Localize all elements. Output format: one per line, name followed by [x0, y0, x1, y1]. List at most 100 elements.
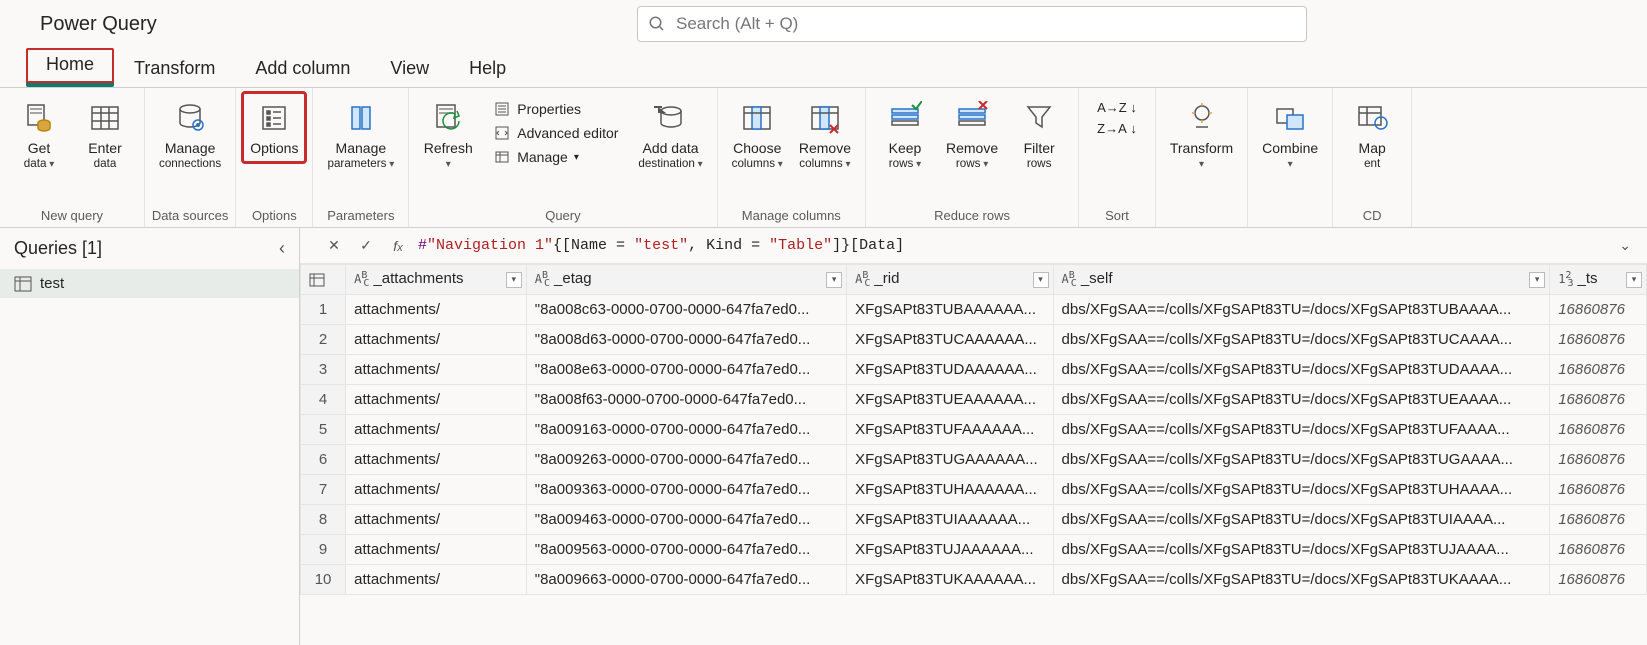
get-data-button[interactable]: Getdata — [8, 94, 70, 175]
cell[interactable]: attachments/ — [346, 355, 527, 385]
cell[interactable]: attachments/ — [346, 475, 527, 505]
column-header-etag[interactable]: ABC_etag▾ — [526, 265, 846, 295]
cell[interactable]: XFgSAPt83TUDAAAAAA... — [847, 355, 1053, 385]
cell[interactable]: attachments/ — [346, 535, 527, 565]
transform-button[interactable]: Transform — [1164, 94, 1239, 175]
remove-rows-button[interactable]: Removerows — [940, 94, 1004, 175]
row-number[interactable]: 7 — [301, 475, 346, 505]
row-number[interactable]: 9 — [301, 535, 346, 565]
cell[interactable]: dbs/XFgSAA==/colls/XFgSAPt83TU=/docs/XFg… — [1053, 295, 1550, 325]
table-row[interactable]: 4attachments/"8a008f63-0000-0700-0000-64… — [301, 385, 1647, 415]
formula-expand-icon[interactable]: ⌄ — [1611, 237, 1639, 254]
refresh-button[interactable]: Refresh — [417, 94, 479, 175]
cell[interactable]: 16860876 — [1550, 565, 1647, 595]
formula-text[interactable]: #"Navigation 1"{[Name = "test", Kind = "… — [418, 237, 1603, 254]
table-row[interactable]: 6attachments/"8a009263-0000-0700-0000-64… — [301, 445, 1647, 475]
cell[interactable]: attachments/ — [346, 415, 527, 445]
cell[interactable]: XFgSAPt83TUIAAAAAA... — [847, 505, 1053, 535]
cell[interactable]: 16860876 — [1550, 355, 1647, 385]
column-header-rid[interactable]: ABC_rid▾ — [847, 265, 1053, 295]
cell[interactable]: attachments/ — [346, 565, 527, 595]
cell[interactable]: "8a009263-0000-0700-0000-647fa7ed0... — [526, 445, 846, 475]
row-number[interactable]: 1 — [301, 295, 346, 325]
cell[interactable]: 16860876 — [1550, 385, 1647, 415]
query-item-test[interactable]: test — [0, 269, 299, 298]
column-filter-icon[interactable]: ▾ — [506, 272, 522, 288]
formula-cancel-icon[interactable]: ✕ — [322, 237, 346, 254]
cell[interactable]: dbs/XFgSAA==/colls/XFgSAPt83TU=/docs/XFg… — [1053, 355, 1550, 385]
column-filter-icon[interactable]: ▾ — [826, 272, 842, 288]
cell[interactable]: 16860876 — [1550, 475, 1647, 505]
tab-transform[interactable]: Transform — [114, 52, 235, 87]
cell[interactable]: attachments/ — [346, 445, 527, 475]
row-number[interactable]: 3 — [301, 355, 346, 385]
combine-button[interactable]: Combine — [1256, 94, 1324, 175]
cell[interactable]: dbs/XFgSAA==/colls/XFgSAPt83TU=/docs/XFg… — [1053, 505, 1550, 535]
cell[interactable]: attachments/ — [346, 295, 527, 325]
cell[interactable]: XFgSAPt83TUBAAAAAA... — [847, 295, 1053, 325]
options-button[interactable]: Options — [241, 91, 307, 164]
select-all-corner[interactable] — [301, 265, 346, 295]
cell[interactable]: 16860876 — [1550, 415, 1647, 445]
keep-rows-button[interactable]: Keeprows — [874, 94, 936, 175]
row-number[interactable]: 4 — [301, 385, 346, 415]
cell[interactable]: dbs/XFgSAA==/colls/XFgSAPt83TU=/docs/XFg… — [1053, 325, 1550, 355]
row-number[interactable]: 5 — [301, 415, 346, 445]
sort-desc-button[interactable]: Z→A ↓ — [1093, 119, 1141, 138]
cell[interactable]: "8a009163-0000-0700-0000-647fa7ed0... — [526, 415, 846, 445]
cell[interactable]: 16860876 — [1550, 535, 1647, 565]
row-number[interactable]: 10 — [301, 565, 346, 595]
cell[interactable]: XFgSAPt83TUJAAAAAA... — [847, 535, 1053, 565]
collapse-queries-icon[interactable]: ‹ — [279, 238, 285, 259]
cell[interactable]: attachments/ — [346, 385, 527, 415]
tab-view[interactable]: View — [370, 52, 449, 87]
choose-columns-button[interactable]: Choosecolumns — [726, 94, 789, 175]
cell[interactable]: 16860876 — [1550, 295, 1647, 325]
table-row[interactable]: 7attachments/"8a009363-0000-0700-0000-64… — [301, 475, 1647, 505]
column-filter-icon[interactable]: ▾ — [1033, 272, 1049, 288]
cell[interactable]: "8a009563-0000-0700-0000-647fa7ed0... — [526, 535, 846, 565]
remove-columns-button[interactable]: Removecolumns — [793, 94, 857, 175]
table-row[interactable]: 10attachments/"8a009663-0000-0700-0000-6… — [301, 565, 1647, 595]
cell[interactable]: dbs/XFgSAA==/colls/XFgSAPt83TU=/docs/XFg… — [1053, 475, 1550, 505]
map-entity-button[interactable]: Mapent — [1341, 94, 1403, 175]
cell[interactable]: "8a008c63-0000-0700-0000-647fa7ed0... — [526, 295, 846, 325]
cell[interactable]: "8a009463-0000-0700-0000-647fa7ed0... — [526, 505, 846, 535]
manage-button[interactable]: Manage ▾ — [489, 146, 622, 168]
advanced-editor-button[interactable]: Advanced editor — [489, 122, 622, 144]
enter-data-button[interactable]: Enterdata — [74, 94, 136, 175]
cell[interactable]: "8a008e63-0000-0700-0000-647fa7ed0... — [526, 355, 846, 385]
properties-button[interactable]: Properties — [489, 98, 622, 120]
row-number[interactable]: 2 — [301, 325, 346, 355]
table-row[interactable]: 2attachments/"8a008d63-0000-0700-0000-64… — [301, 325, 1647, 355]
add-data-destination-button[interactable]: Add datadestination — [632, 94, 708, 175]
tab-help[interactable]: Help — [449, 52, 526, 87]
formula-commit-icon[interactable]: ✓ — [354, 237, 378, 254]
sort-asc-button[interactable]: A→Z ↓ — [1093, 98, 1141, 117]
cell[interactable]: 16860876 — [1550, 445, 1647, 475]
column-header-self[interactable]: ABC_self▾ — [1053, 265, 1550, 295]
table-row[interactable]: 1attachments/"8a008c63-0000-0700-0000-64… — [301, 295, 1647, 325]
data-grid[interactable]: ABC_attachments▾ABC_etag▾ABC_rid▾ABC_sel… — [300, 264, 1647, 645]
search-box[interactable]: Search (Alt + Q) — [637, 6, 1307, 42]
cell[interactable]: XFgSAPt83TUFAAAAAA... — [847, 415, 1053, 445]
cell[interactable]: "8a009363-0000-0700-0000-647fa7ed0... — [526, 475, 846, 505]
cell[interactable]: "8a009663-0000-0700-0000-647fa7ed0... — [526, 565, 846, 595]
cell[interactable]: 16860876 — [1550, 325, 1647, 355]
cell[interactable]: XFgSAPt83TUCAAAAAA... — [847, 325, 1053, 355]
tab-home[interactable]: Home — [26, 48, 114, 87]
column-filter-icon[interactable]: ▾ — [1529, 272, 1545, 288]
filter-rows-button[interactable]: Filterrows — [1008, 94, 1070, 175]
cell[interactable]: "8a008d63-0000-0700-0000-647fa7ed0... — [526, 325, 846, 355]
cell[interactable]: dbs/XFgSAA==/colls/XFgSAPt83TU=/docs/XFg… — [1053, 445, 1550, 475]
table-row[interactable]: 9attachments/"8a009563-0000-0700-0000-64… — [301, 535, 1647, 565]
cell[interactable]: dbs/XFgSAA==/colls/XFgSAPt83TU=/docs/XFg… — [1053, 415, 1550, 445]
cell[interactable]: attachments/ — [346, 505, 527, 535]
fx-icon[interactable]: fx — [386, 238, 410, 254]
cell[interactable]: dbs/XFgSAA==/colls/XFgSAPt83TU=/docs/XFg… — [1053, 565, 1550, 595]
table-row[interactable]: 3attachments/"8a008e63-0000-0700-0000-64… — [301, 355, 1647, 385]
column-header-ts[interactable]: 123_ts▾ — [1550, 265, 1647, 295]
table-row[interactable]: 8attachments/"8a009463-0000-0700-0000-64… — [301, 505, 1647, 535]
cell[interactable]: attachments/ — [346, 325, 527, 355]
cell[interactable]: dbs/XFgSAA==/colls/XFgSAPt83TU=/docs/XFg… — [1053, 535, 1550, 565]
